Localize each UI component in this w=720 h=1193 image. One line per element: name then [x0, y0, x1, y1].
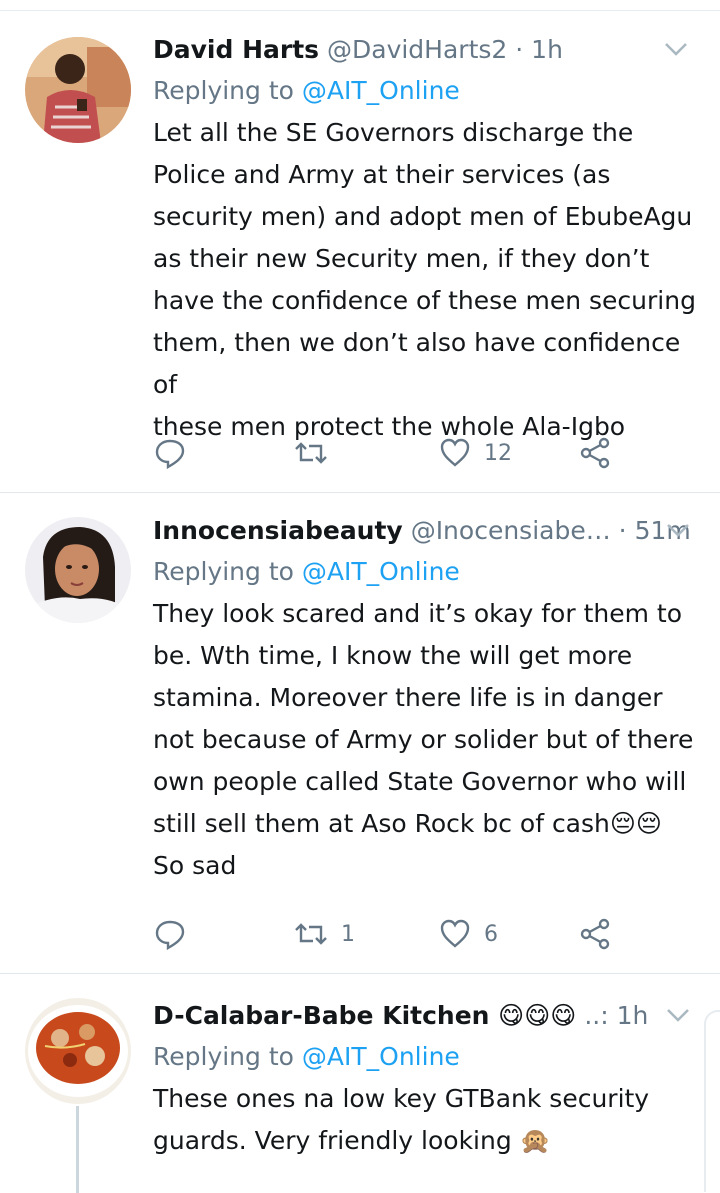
share-button[interactable] — [578, 431, 612, 475]
like-count: 12 — [484, 440, 512, 466]
retweet-button[interactable] — [293, 431, 341, 475]
like-button[interactable]: 12 — [438, 431, 512, 475]
tweet-header: Innocensiabeauty @Inocensiabe… · 51m — [153, 511, 701, 551]
avatar-innocensiabeauty[interactable] — [25, 517, 131, 623]
tweet-text: They look scared and it’s okay for them … — [153, 593, 701, 887]
text-line: They look scared and it’s okay for them … — [153, 599, 683, 628]
like-button[interactable]: 6 — [438, 912, 498, 956]
text-line: be. Wth time, I know the will get more — [153, 641, 633, 670]
retweet-count: 1 — [341, 921, 355, 947]
text-line: So sad — [153, 851, 237, 880]
text-line: not because of Army or solider but of th… — [153, 725, 694, 754]
like-count: 6 — [484, 921, 498, 947]
text-line: as their new Security men, if they don’t — [153, 244, 650, 273]
replying-prefix: Replying to — [153, 76, 294, 105]
share-icon — [580, 918, 610, 950]
timestamp[interactable]: 1h — [531, 35, 563, 64]
separator-dot: · — [515, 35, 524, 64]
text-line: them, then we don’t also have confidence… — [153, 328, 681, 399]
text-line: have the confidence of these men securin… — [153, 286, 696, 315]
tweet-header: David Harts @DavidHarts2 · 1h — [153, 30, 701, 70]
scroll-edge — [704, 1010, 720, 1192]
reply-button[interactable] — [153, 431, 187, 475]
replying-to: Replying to @AIT_Online — [153, 551, 701, 593]
chevron-down-icon[interactable] — [663, 36, 689, 62]
replying-to: Replying to @AIT_Online — [153, 70, 701, 112]
text-line: guards. Very friendly looking 🙊 — [153, 1126, 551, 1155]
user-handle[interactable]: @Inocensiabe… — [411, 516, 611, 545]
share-icon — [580, 437, 610, 469]
tweet-actions: 12 — [153, 431, 613, 475]
retweet-button[interactable]: 1 — [293, 912, 355, 956]
display-name[interactable]: D-Calabar-Babe Kitchen 😋😋😋 — [153, 1001, 576, 1030]
mention-link[interactable]: @AIT_Online — [302, 76, 460, 105]
avatar-david-harts[interactable] — [25, 37, 131, 143]
text-line: still sell them at Aso Rock bc of cash😔😔 — [153, 809, 662, 838]
replying-prefix: Replying to — [153, 1042, 294, 1071]
like-icon — [440, 438, 470, 467]
like-icon — [440, 919, 470, 948]
tweet-header: D-Calabar-Babe Kitchen 😋😋😋 ..: 1h — [153, 996, 701, 1036]
text-line: These ones na low key GTBank security — [153, 1084, 650, 1113]
text-line: Police and Army at their services (as — [153, 160, 611, 189]
retweet-icon — [295, 923, 327, 945]
retweet-icon — [295, 442, 327, 464]
replying-prefix: Replying to — [153, 557, 294, 586]
text-line: Let all the SE Governors discharge the — [153, 118, 634, 147]
user-handle[interactable]: @DavidHarts2 — [327, 35, 507, 64]
chevron-down-icon[interactable] — [665, 517, 691, 543]
display-name[interactable]: Innocensiabeauty — [153, 516, 403, 545]
tweet-text: Let all the SE Governors discharge the P… — [153, 112, 701, 448]
tweet-actions: 1 6 — [153, 912, 613, 956]
reply-button[interactable] — [153, 912, 187, 956]
tweet-3[interactable]: D-Calabar-Babe Kitchen 😋😋😋 ..: 1h Replyi… — [0, 974, 720, 1193]
user-handle[interactable]: ..: — [584, 1001, 608, 1030]
text-line: own people called State Governor who wil… — [153, 767, 687, 796]
mention-link[interactable]: @AIT_Online — [302, 557, 460, 586]
timestamp[interactable]: 1h — [617, 1001, 649, 1030]
avatar-d-calabar-babe-kitchen[interactable] — [25, 998, 131, 1104]
text-line: stamina. Moreover there life is in dange… — [153, 683, 663, 712]
mention-link[interactable]: @AIT_Online — [302, 1042, 460, 1071]
text-line: security men) and adopt men of EbubeAgu — [153, 202, 693, 231]
tweet-2[interactable]: Innocensiabeauty @Inocensiabe… · 51m Rep… — [0, 493, 720, 973]
thread-line — [76, 1106, 79, 1193]
reply-icon — [155, 920, 185, 951]
share-button[interactable] — [578, 912, 612, 956]
tweet-text: These ones na low key GTBank security gu… — [153, 1078, 701, 1162]
tweet-1[interactable]: David Harts @DavidHarts2 · 1h Replying t… — [0, 0, 720, 492]
display-name[interactable]: David Harts — [153, 35, 319, 64]
separator-dot: · — [618, 516, 627, 545]
reply-icon — [155, 439, 185, 470]
chevron-down-icon[interactable] — [665, 1002, 691, 1028]
replying-to: Replying to @AIT_Online — [153, 1036, 701, 1078]
